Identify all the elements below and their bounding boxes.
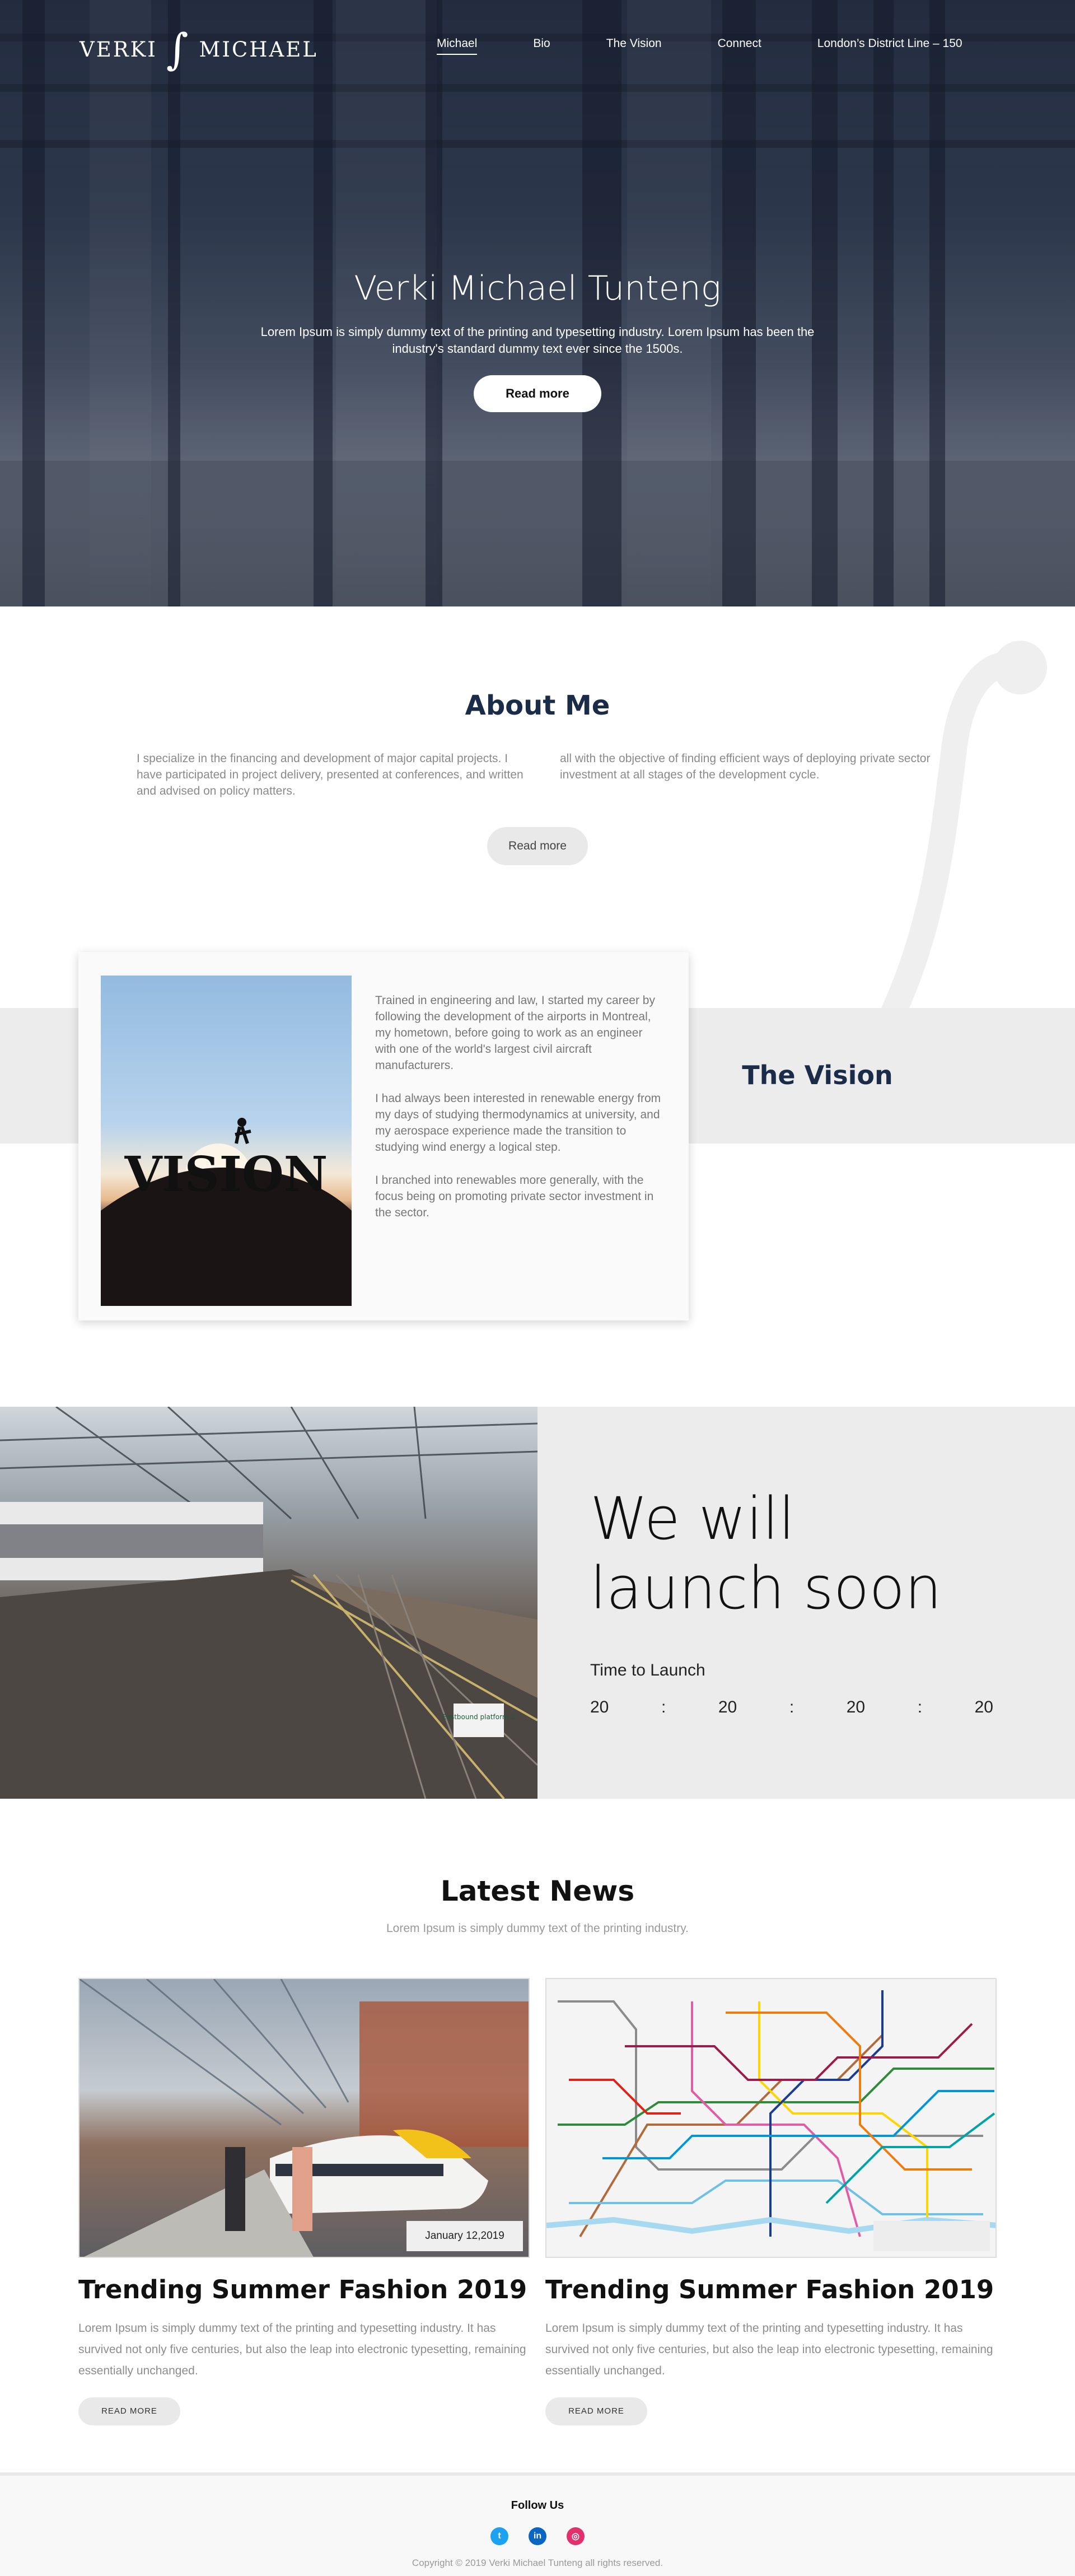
news-image-train[interactable]: January 12,2019 <box>78 1978 530 2258</box>
news-card: January 12,2019 Trending Summer Fashion … <box>78 1978 530 2425</box>
news-read-more-button[interactable]: READ MORE <box>545 2397 647 2425</box>
vision-paragraph: Trained in engineering and law, I starte… <box>375 994 655 1072</box>
hero-content: Verki Michael Tunteng Lorem Ipsum is sim… <box>0 269 1075 412</box>
linkedin-icon[interactable]: in <box>529 2527 546 2545</box>
instagram-icon[interactable]: ◎ <box>567 2527 585 2545</box>
vision-text: Trained in engineering and law, I starte… <box>375 992 666 1238</box>
countdown-separator: : <box>661 1698 666 1716</box>
launch-countdown-label: Time to Launch <box>590 1661 705 1679</box>
twitter-icon[interactable]: t <box>490 2527 508 2545</box>
about-text-right: all with the objective of finding effici… <box>560 752 931 781</box>
hero-text: Lorem Ipsum is simply dummy text of the … <box>260 325 815 356</box>
launch-title-line: launch soon <box>590 1554 942 1622</box>
about-title: About Me <box>465 690 610 721</box>
news-title: Latest News <box>440 1875 635 1907</box>
vision-card: VISION Trained in engineering and law, I… <box>78 952 689 1320</box>
launch-title-line: We will <box>590 1485 795 1553</box>
nav-item-michael[interactable]: Michael <box>437 34 478 55</box>
news-item-text: Lorem Ipsum is simply dummy text of the … <box>78 2322 526 2377</box>
news-item-text: Lorem Ipsum is simply dummy text of the … <box>545 2322 993 2377</box>
countdown-separator: : <box>917 1698 923 1716</box>
copyright: Copyright © 2019 Verki Michael Tunteng a… <box>412 2558 663 2568</box>
hero-section: VERKI ∫ MICHAEL Michael Bio The Vision C… <box>0 0 1075 606</box>
about-read-more-button[interactable]: Read more <box>487 827 588 865</box>
main-nav: Michael Bio The Vision Connect London’s … <box>437 34 962 55</box>
logo-last-name: MICHAEL <box>199 37 318 62</box>
countdown-hours: 20 <box>718 1698 737 1716</box>
site-logo[interactable]: VERKI ∫ MICHAEL <box>80 27 318 72</box>
vision-paragraph: I branched into renewables more generall… <box>375 1174 654 1219</box>
hero-title: Verki Michael Tunteng <box>354 269 721 308</box>
countdown-separator: : <box>789 1698 794 1716</box>
vision-image: VISION <box>101 976 352 1306</box>
news-date <box>873 2221 990 2251</box>
social-links: t in ◎ <box>0 2527 1075 2545</box>
about-text-left: I specialize in the financing and develo… <box>137 752 524 797</box>
nav-item-vision[interactable]: The Vision <box>606 34 662 55</box>
news-subtitle: Lorem Ipsum is simply dummy text of the … <box>386 1922 689 1935</box>
footer: Follow Us t in ◎ Copyright © 2019 Verki … <box>0 2472 1075 2576</box>
nav-item-connect[interactable]: Connect <box>718 34 761 55</box>
news-card: Trending Summer Fashion 2019 Lorem Ipsum… <box>545 1978 997 2425</box>
news-item-title[interactable]: Trending Summer Fashion 2019 <box>78 2275 530 2304</box>
logo-first-name: VERKI <box>80 37 157 62</box>
launch-station-photo: Eastbound platform 2 <box>0 1407 538 1799</box>
countdown-seconds: 20 <box>974 1698 993 1716</box>
countdown-minutes: 20 <box>846 1698 866 1716</box>
vision-heading: The Vision <box>742 1060 893 1090</box>
news-date: January 12,2019 <box>406 2221 523 2251</box>
nav-item-district-line[interactable]: London’s District Line – 150 <box>817 34 962 55</box>
news-image-tube-map[interactable] <box>545 1978 997 2258</box>
countdown-days: 20 <box>590 1698 609 1716</box>
launch-countdown: 20 : 20 : 20 : 20 <box>590 1698 993 1717</box>
launch-title: We will launch soon <box>590 1484 948 1623</box>
news-item-title[interactable]: Trending Summer Fashion 2019 <box>545 2275 997 2304</box>
vision-paragraph: I had always been interested in renewabl… <box>375 1092 661 1154</box>
news-read-more-button[interactable]: READ MORE <box>78 2397 180 2425</box>
nav-item-bio[interactable]: Bio <box>533 34 550 55</box>
vision-image-word: VISION <box>124 1146 328 1203</box>
integral-logo-icon: ∫ <box>166 24 190 74</box>
hero-read-more-button[interactable]: Read more <box>474 375 601 412</box>
platform-sign: Eastbound platform 2 <box>442 1713 515 1721</box>
follow-us-label: Follow Us <box>511 2499 564 2512</box>
